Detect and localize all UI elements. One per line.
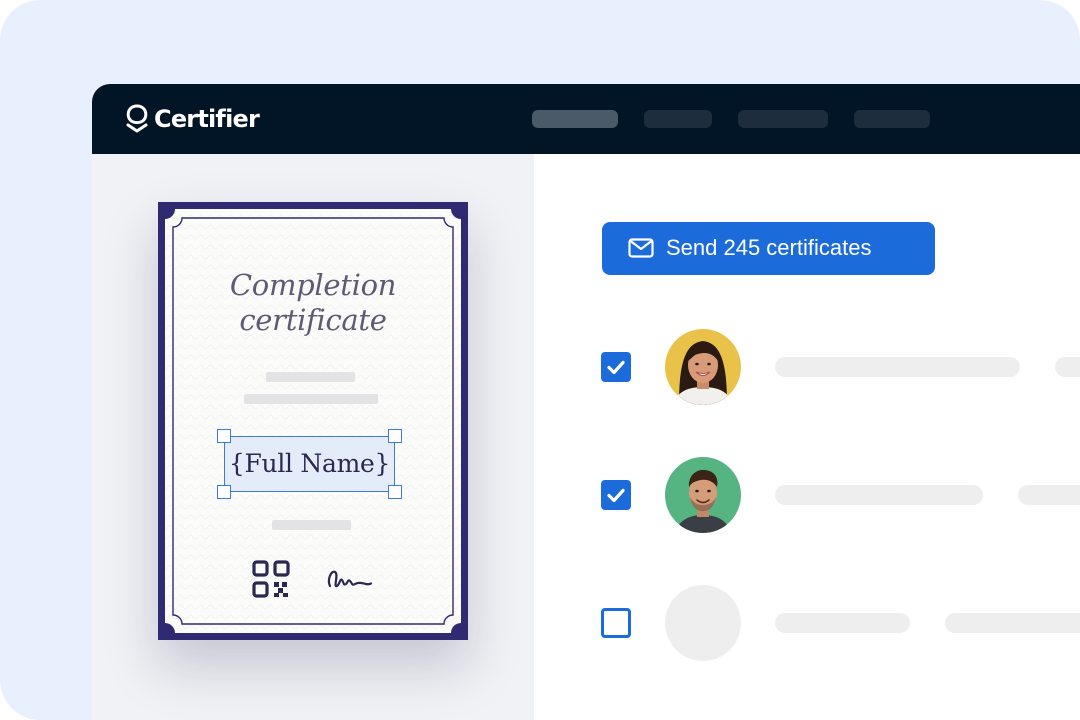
nav-item-2[interactable] — [644, 110, 712, 128]
recipient-email-placeholder — [945, 613, 1080, 633]
resize-handle-top-left[interactable] — [217, 429, 231, 443]
mail-icon — [628, 238, 654, 258]
checkmark-icon — [607, 488, 625, 503]
page-background: Certifier Completion certificate {Full N… — [0, 0, 1080, 720]
brand-logo[interactable]: Certifier — [125, 102, 260, 136]
certifier-logo-icon — [126, 104, 148, 133]
checkmark-icon — [607, 360, 625, 375]
recipient-checkbox[interactable] — [601, 480, 631, 510]
certificate-editor-pane: Completion certificate {Full Name} — [92, 154, 534, 720]
nav-item-1[interactable] — [532, 110, 618, 128]
recipient-row[interactable] — [534, 585, 1080, 661]
signature-icon — [327, 570, 373, 588]
recipient-row[interactable] — [534, 329, 1080, 405]
certificate-preview[interactable]: Completion certificate {Full Name} — [158, 202, 468, 640]
recipient-avatar — [665, 457, 741, 533]
resize-handle-bottom-left[interactable] — [217, 485, 231, 499]
app-window: Certifier Completion certificate {Full N… — [92, 84, 1080, 720]
recipient-name-placeholder — [775, 357, 1020, 377]
recipient-checkbox[interactable] — [601, 608, 631, 638]
recipient-name-placeholder — [775, 485, 983, 505]
recipient-name-placeholder — [775, 613, 910, 633]
man-avatar-icon — [665, 457, 741, 533]
full-name-placeholder: {Full Name} — [228, 449, 391, 478]
nav-item-3[interactable] — [738, 110, 828, 128]
resize-handle-bottom-right[interactable] — [388, 485, 402, 499]
recipient-row[interactable] — [534, 457, 1080, 533]
recipient-email-placeholder — [1018, 485, 1080, 505]
certificate-title-line1: Completion — [229, 268, 397, 302]
recipient-email-placeholder — [1055, 357, 1080, 377]
certificate-text-line — [272, 520, 351, 530]
brand-name: Certifier — [154, 105, 260, 133]
certificate-text-line — [244, 394, 378, 404]
send-button-label: Send 245 certificates — [666, 235, 872, 260]
recipient-avatar — [665, 329, 741, 405]
recipient-avatar-placeholder — [665, 585, 741, 661]
recipients-pane: Send 245 certificates — [534, 154, 1080, 720]
recipient-checkbox[interactable] — [601, 352, 631, 382]
certificate-title-line2: certificate — [239, 303, 387, 337]
full-name-field[interactable]: {Full Name} — [224, 436, 395, 492]
certificate-text-line — [266, 372, 355, 382]
woman-avatar-icon — [665, 329, 741, 405]
top-bar: Certifier — [92, 84, 1080, 154]
resize-handle-top-right[interactable] — [388, 429, 402, 443]
send-certificates-button[interactable]: Send 245 certificates — [602, 222, 935, 275]
nav-item-4[interactable] — [854, 110, 930, 128]
qr-code-icon — [252, 560, 290, 598]
